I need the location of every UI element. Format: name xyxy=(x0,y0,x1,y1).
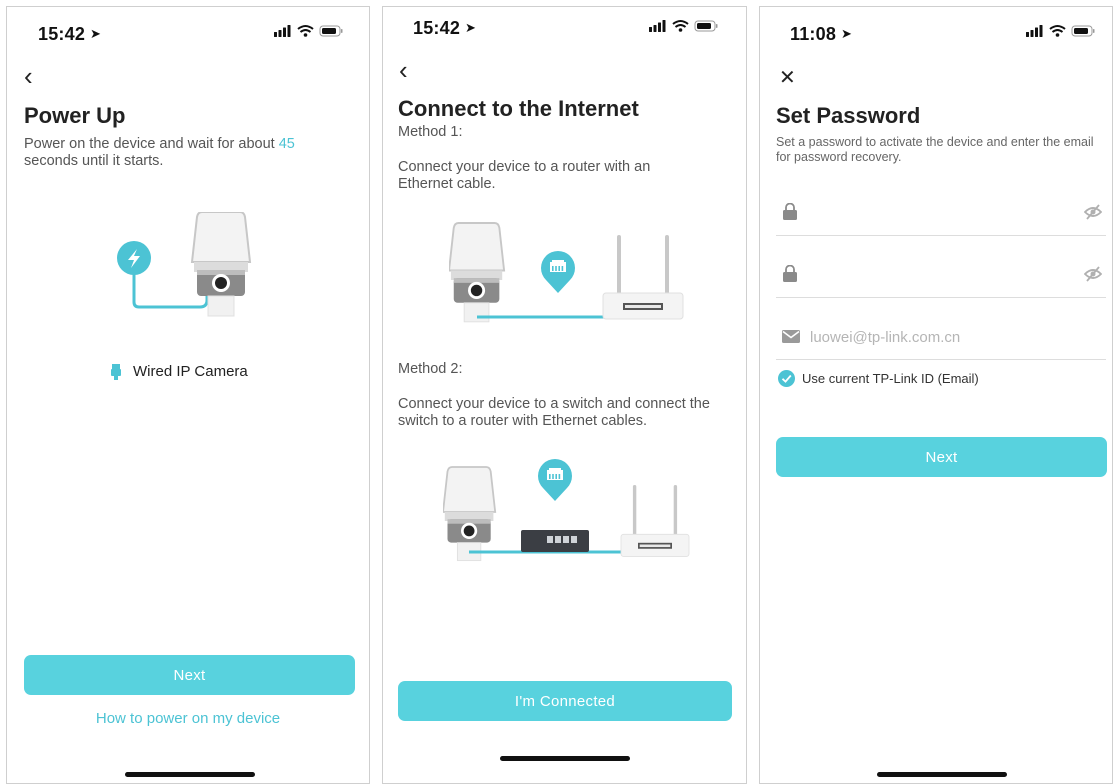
switch-illustration xyxy=(521,530,589,552)
status-time: 11:08 ➤ xyxy=(790,24,853,44)
ethernet-port-icon xyxy=(541,250,575,293)
page-title: Power Up xyxy=(24,103,126,128)
location-arrow-icon: ➤ xyxy=(465,20,477,35)
eye-off-icon[interactable] xyxy=(1084,266,1102,282)
ethernet-port-icon xyxy=(538,458,572,501)
signal-wifi-battery-icon xyxy=(649,19,719,33)
page-title: Set Password xyxy=(776,103,921,128)
back-chevron-icon[interactable]: ‹ xyxy=(24,63,33,89)
method2-text: Connect your device to a switch and conn… xyxy=(398,396,710,429)
wait-seconds-value: 45 xyxy=(278,136,295,152)
status-bar: 11:08 ➤ xyxy=(760,24,1112,46)
location-arrow-icon: ➤ xyxy=(841,26,853,41)
set-password-screen: 11:08 ➤ ✕ Set Password Set a password to … xyxy=(759,6,1113,784)
camera-illustration xyxy=(449,222,506,323)
method1-title: Method 1: xyxy=(398,124,463,140)
home-indicator xyxy=(125,772,255,777)
eye-off-icon[interactable] xyxy=(1084,204,1102,220)
status-bar: 15:42 ➤ xyxy=(383,18,746,46)
password-description: Set a password to activate the device an… xyxy=(776,135,1094,164)
method2-illustration xyxy=(443,458,690,562)
use-tplink-id-checkbox[interactable]: Use current TP-Link ID (Email) xyxy=(778,370,979,387)
use-tplink-id-label: Use current TP-Link ID (Email) xyxy=(802,371,979,386)
camera-illustration xyxy=(191,212,251,317)
location-arrow-icon: ➤ xyxy=(90,26,102,41)
signal-wifi-battery-icon xyxy=(274,24,344,38)
router-illustration xyxy=(620,484,690,557)
im-connected-button[interactable]: I'm Connected xyxy=(398,681,732,721)
status-time: 15:42 ➤ xyxy=(413,18,477,38)
signal-wifi-battery-icon xyxy=(1026,24,1096,38)
email-field[interactable] xyxy=(776,315,1106,360)
email-input[interactable] xyxy=(808,325,1076,349)
password-field[interactable] xyxy=(776,191,1106,236)
connect-internet-screen: 15:42 ➤ ‹ Connect to the Internet Method … xyxy=(382,6,747,784)
ethernet-plug-icon xyxy=(111,363,121,380)
how-to-power-link[interactable]: How to power on my device xyxy=(7,710,369,727)
password-input[interactable] xyxy=(808,201,1076,225)
status-time: 15:42 ➤ xyxy=(38,24,102,44)
router-illustration xyxy=(602,234,684,320)
power-up-illustration xyxy=(117,212,251,317)
back-chevron-icon[interactable]: ‹ xyxy=(399,57,408,83)
home-indicator xyxy=(500,756,630,761)
lock-icon xyxy=(782,203,798,221)
device-type-label: Wired IP Camera xyxy=(133,363,248,380)
power-up-screen: 15:42 ➤ ‹ Power Up Power on the device an… xyxy=(6,6,370,784)
method1-text: Connect your device to a router with an … xyxy=(398,159,651,192)
next-button[interactable]: Next xyxy=(24,655,355,695)
next-button[interactable]: Next xyxy=(776,437,1107,477)
device-type-row: Wired IP Camera xyxy=(111,363,248,380)
method1-illustration xyxy=(449,222,684,323)
power-description: Power on the device and wait for about 4… xyxy=(24,136,295,169)
home-indicator xyxy=(877,772,1007,777)
confirm-password-input[interactable] xyxy=(808,263,1076,287)
check-icon xyxy=(778,370,795,387)
lock-icon xyxy=(782,265,798,283)
mail-icon xyxy=(782,330,800,343)
method2-title: Method 2: xyxy=(398,361,463,377)
camera-illustration xyxy=(443,466,497,562)
page-title: Connect to the Internet xyxy=(398,96,639,121)
close-icon[interactable]: ✕ xyxy=(779,65,796,90)
status-bar: 15:42 ➤ xyxy=(7,24,369,46)
confirm-password-field[interactable] xyxy=(776,253,1106,298)
